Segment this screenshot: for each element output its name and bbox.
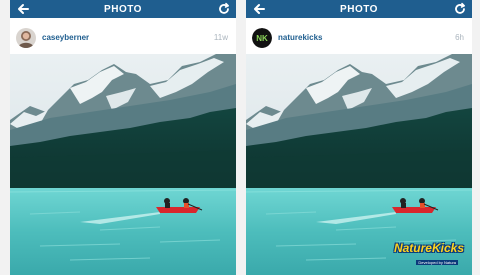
post-time: 11w — [213, 33, 228, 42]
post-photo: NatureKicks Developed by Natura — [246, 54, 472, 275]
refresh-icon[interactable] — [217, 2, 231, 16]
page-title: PHOTO — [340, 4, 378, 15]
post-right: PHOTO NK naturekicks 6h NatureKicks Deve… — [246, 0, 472, 275]
username[interactable]: caseyberner — [42, 33, 89, 42]
post-left: PHOTO caseyberner 11w — [10, 0, 236, 275]
stage: PHOTO caseyberner 11w PHOTO NK naturekic… — [0, 0, 480, 275]
refresh-icon[interactable] — [453, 2, 467, 16]
avatar[interactable] — [16, 28, 36, 48]
header-bar: PHOTO — [246, 0, 472, 18]
page-title: PHOTO — [104, 4, 142, 15]
post-user-row: caseyberner 11w — [10, 18, 236, 54]
post-user-row: NK naturekicks 6h — [246, 18, 472, 54]
watermark-subtext: Developed by Natura — [416, 260, 458, 265]
username[interactable]: naturekicks — [278, 33, 322, 42]
header-bar: PHOTO — [10, 0, 236, 18]
post-time: 6h — [455, 33, 464, 42]
watermark-text: NatureKicks — [393, 241, 464, 255]
post-photo — [10, 54, 236, 275]
avatar-logo-text: NK — [256, 34, 268, 43]
watermark-logo: NatureKicks Developed by Natura — [394, 241, 470, 271]
avatar[interactable]: NK — [252, 28, 272, 48]
